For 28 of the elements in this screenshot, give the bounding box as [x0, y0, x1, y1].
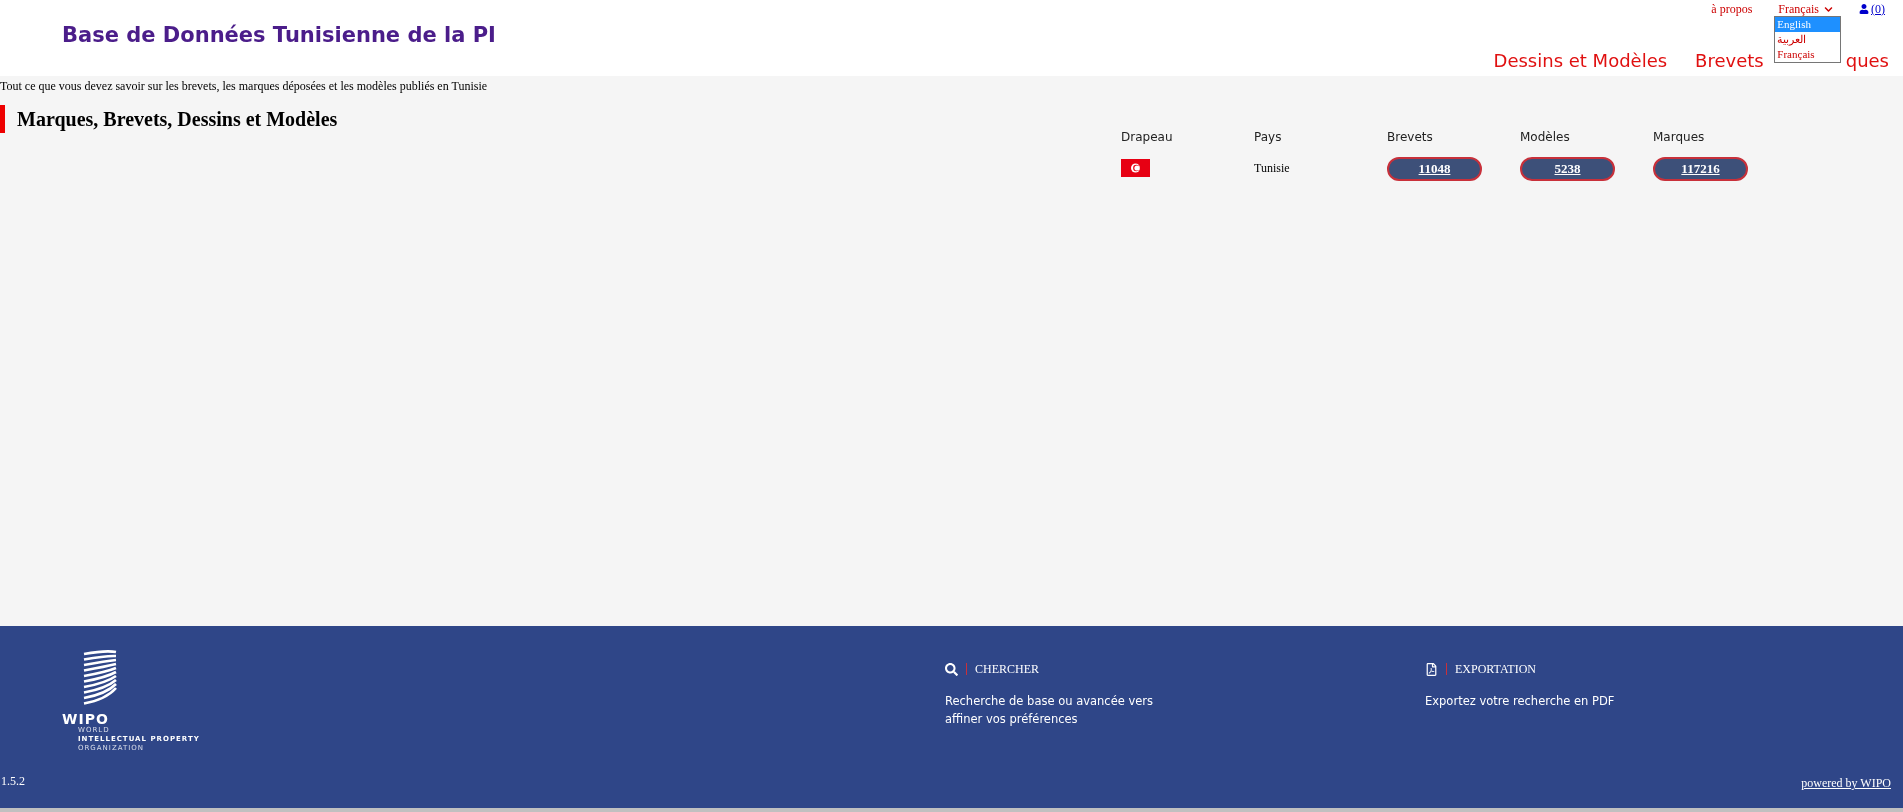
language-option[interactable]: العربية — [1775, 32, 1841, 47]
user-icon — [1859, 4, 1869, 14]
cart-link[interactable]: (0) — [1859, 0, 1885, 18]
nav-link[interactable]: Brevets — [1695, 47, 1764, 74]
count-link[interactable]: 5238 — [1520, 156, 1615, 181]
feature-description: Recherche de base ou avancée vers affiner vos préférences — [945, 693, 1155, 728]
language-option[interactable]: Français — [1775, 47, 1841, 62]
powered-by-link[interactable]: powered by WIPO — [1801, 774, 1891, 792]
feature-title: EXPORTATION — [1455, 661, 1536, 678]
site-title[interactable]: Base de Données Tunisienne de la PI — [62, 23, 496, 47]
intro-text: Tout ce que vous devez savoir sur les brevets, les marques déposées et les modèles publiés en Tunisie — [0, 78, 489, 93]
cart-count: (0) — [1871, 1, 1885, 18]
pdf-file-icon — [1425, 662, 1438, 676]
tunisia-flag-icon — [1121, 159, 1150, 178]
chevron-down-icon — [1824, 4, 1833, 14]
feature-description: Exportez votre recherche en PDF — [1425, 693, 1616, 710]
feature-title: CHERCHER — [975, 661, 1039, 678]
language-select[interactable]: Français — [1778, 0, 1833, 18]
search-icon — [945, 662, 958, 676]
nav-link[interactable]: Dessins et Modèles — [1493, 47, 1668, 74]
nav-link[interactable]: ques — [1845, 47, 1889, 74]
count-link[interactable]: 117216 — [1653, 156, 1748, 181]
version-label: 1.5.2 — [1, 773, 25, 790]
logo-name: WIPO — [62, 712, 109, 726]
country-name: Tunisie — [1254, 160, 1291, 178]
language-option[interactable]: English — [1775, 17, 1841, 32]
count-link[interactable]: 11048 — [1387, 156, 1482, 181]
about-link[interactable]: à propos — [1711, 0, 1753, 18]
